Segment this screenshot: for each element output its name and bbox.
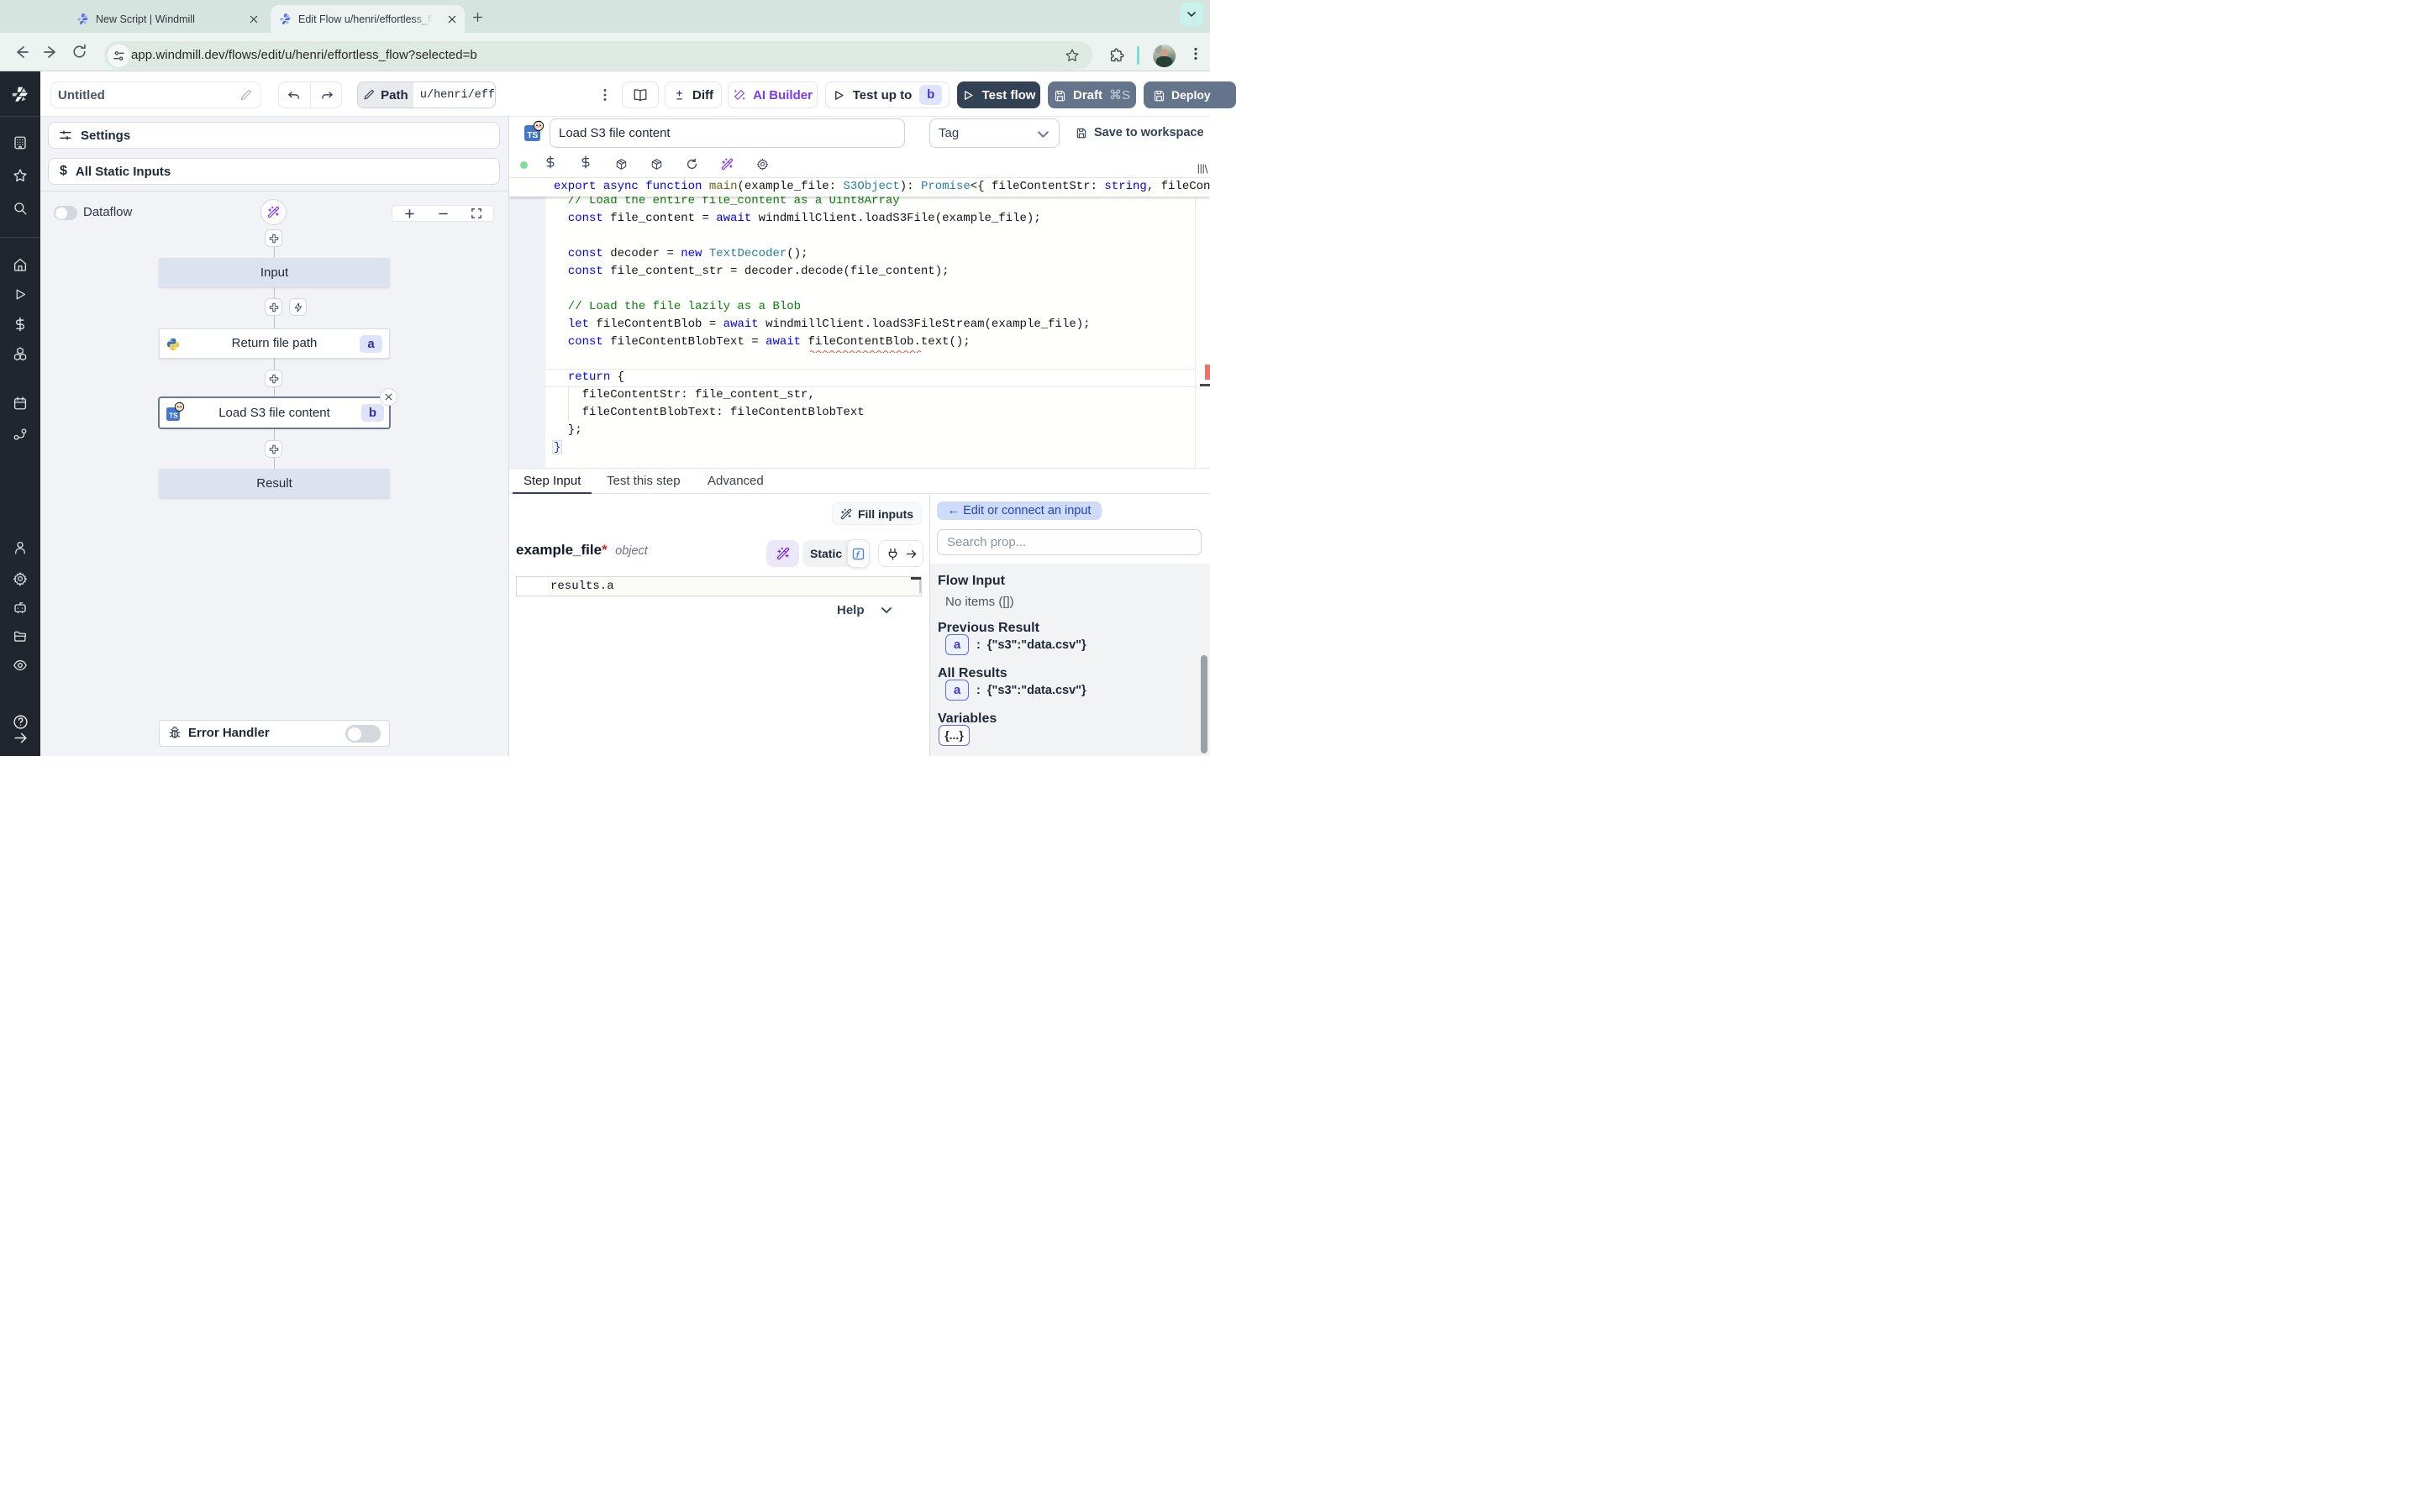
svg-text:TS: TS: [527, 131, 538, 140]
svg-text:TS: TS: [169, 412, 178, 419]
